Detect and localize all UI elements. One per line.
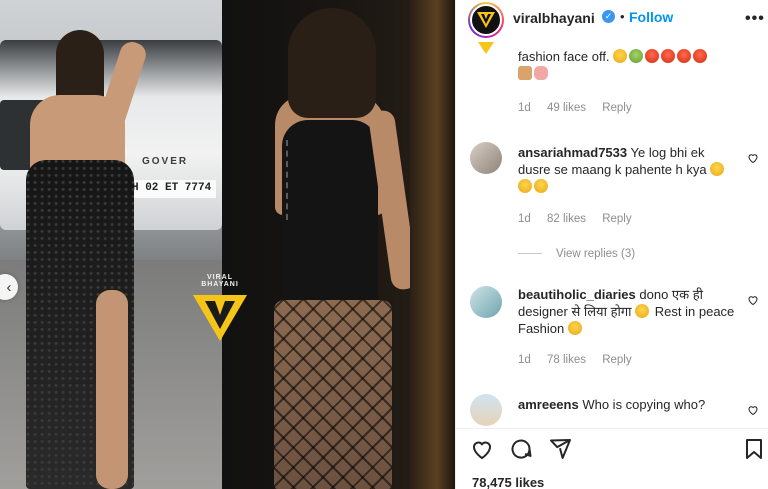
- send-icon[interactable]: [548, 437, 572, 461]
- person-right-lacing: [286, 140, 292, 220]
- replies-divider-line: [518, 253, 542, 255]
- comment-like-heart-icon[interactable]: [747, 152, 759, 164]
- laughing-emoji-icon: [635, 304, 650, 318]
- chevron-left-icon: ‹: [6, 278, 12, 296]
- verified-badge-icon: ✓: [602, 10, 615, 23]
- comment-like-heart-icon[interactable]: [747, 294, 759, 306]
- person-right-bodice: [282, 120, 378, 310]
- username-link[interactable]: viralbhayani: [513, 10, 595, 26]
- emoji-icon: [629, 49, 644, 63]
- emoji-icon: [677, 49, 692, 63]
- watermark-v-logo-icon: [193, 295, 247, 341]
- comment-likes[interactable]: 82 likes: [547, 213, 586, 225]
- comments-list[interactable]: fashion face off. 1d 49 likes Reply ansa…: [456, 38, 768, 428]
- comment-time: 1d: [518, 102, 531, 114]
- comment-text: ansariahmad7533 Ye log bhi ek dusre se m…: [518, 144, 740, 195]
- emoji-icon: [661, 49, 676, 63]
- watermark-text: VIRAL BHAYANI: [201, 274, 239, 288]
- watermark: VIRAL BHAYANI: [188, 274, 252, 348]
- commenter-username[interactable]: ansariahmad7533: [518, 145, 627, 160]
- comment-meta: 1d 49 likes Reply: [518, 102, 645, 114]
- likes-count[interactable]: 78,475 likes: [472, 475, 544, 489]
- more-options-icon[interactable]: •••: [745, 10, 765, 28]
- action-bar: [456, 428, 768, 468]
- comment-body: Who is copying who?: [582, 397, 706, 412]
- emoji-icon: [613, 49, 628, 63]
- comment-time: 1d: [518, 354, 531, 366]
- laughing-emoji-icon: [567, 321, 582, 335]
- car-brand-text: GOVER: [142, 156, 189, 167]
- person-right-sheer-legs: [274, 300, 392, 489]
- commenter-avatar[interactable]: [470, 394, 502, 426]
- animal-emoji-icon: [518, 66, 532, 80]
- comment-text: fashion face off.: [518, 48, 740, 82]
- comment-likes[interactable]: 78 likes: [547, 354, 586, 366]
- bookmark-icon[interactable]: [742, 437, 766, 461]
- wall-edge: [410, 0, 455, 489]
- heart-icon[interactable]: [470, 437, 494, 461]
- comment-likes[interactable]: 49 likes: [547, 102, 586, 114]
- car-plate: H 02 ET 7774: [128, 180, 216, 198]
- follow-button[interactable]: Follow: [629, 9, 673, 25]
- commenter-username[interactable]: amreeens: [518, 397, 579, 412]
- v-logo-icon: [477, 12, 495, 28]
- left-photo-panel: GOVER H 02 ET 7774: [0, 0, 222, 489]
- emoji-icon: [645, 49, 660, 63]
- comment-text: amreeens Who is copying who?: [518, 396, 740, 413]
- commenter-avatar[interactable]: [470, 142, 502, 174]
- laughing-emoji-icon: [710, 162, 725, 176]
- person-left-leg: [96, 290, 128, 489]
- comment-meta: 1d 78 likes Reply: [518, 354, 645, 366]
- separator-dot: •: [620, 9, 625, 24]
- story-ring[interactable]: [468, 2, 504, 38]
- post-header: viralbhayani ✓ • Follow •••: [456, 0, 768, 38]
- commenter-username[interactable]: beautiholic_diaries: [518, 287, 636, 302]
- comment-like-heart-icon[interactable]: [747, 404, 759, 416]
- laughing-emoji-icon: [518, 179, 532, 193]
- reply-button[interactable]: Reply: [602, 213, 631, 225]
- comment-body: fashion face off.: [518, 49, 610, 64]
- caption-avatar-ring: [470, 38, 502, 70]
- avatar[interactable]: [470, 4, 502, 36]
- pig-emoji-icon: [534, 66, 548, 80]
- post-sidebar: viralbhayani ✓ • Follow ••• fashion face…: [455, 0, 768, 489]
- commenter-avatar[interactable]: [470, 286, 502, 318]
- person-right-hair: [288, 8, 376, 118]
- comment-meta: 1d 82 likes Reply: [518, 213, 645, 225]
- comment-time: 1d: [518, 213, 531, 225]
- view-replies-label: View replies (3): [556, 248, 636, 260]
- comment-icon[interactable]: [509, 437, 533, 461]
- post-image[interactable]: GOVER H 02 ET 7774 VIRAL BHAYANI ‹: [0, 0, 455, 489]
- reply-button[interactable]: Reply: [602, 354, 631, 366]
- reply-button[interactable]: Reply: [602, 102, 631, 114]
- laughing-emoji-icon: [534, 179, 548, 193]
- view-replies-button[interactable]: View replies (3): [518, 248, 635, 260]
- emoji-icon: [693, 49, 708, 63]
- v-logo-small-icon: [478, 42, 494, 54]
- comment-text: beautiholic_diaries dono एक ही designer …: [518, 286, 740, 337]
